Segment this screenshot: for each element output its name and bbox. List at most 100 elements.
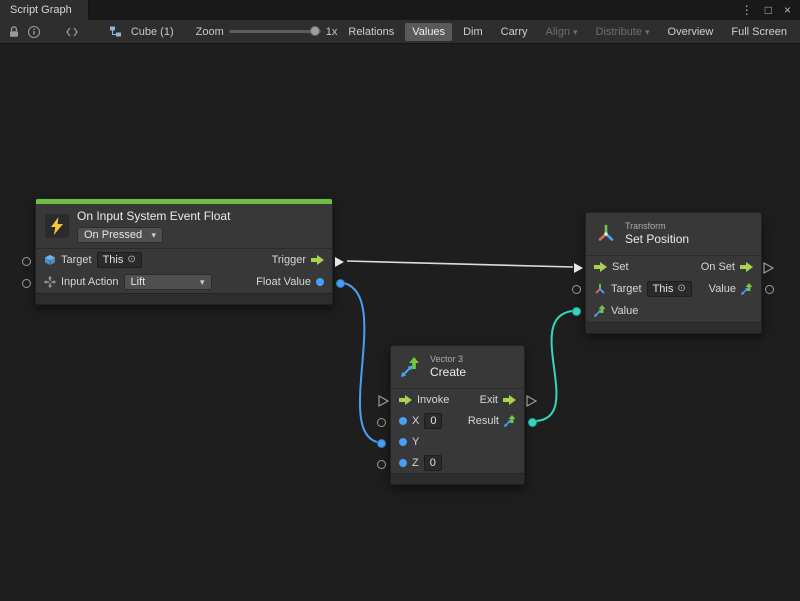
target-label: Target xyxy=(61,254,92,266)
row-z: Z 0 xyxy=(391,452,524,473)
flow-arrow-icon xyxy=(311,255,324,265)
float-type-icon xyxy=(399,438,407,446)
port-invoke-in[interactable] xyxy=(378,395,389,407)
port-trigger-out[interactable] xyxy=(334,256,345,268)
value-out-label: Value xyxy=(709,283,736,295)
transform-icon xyxy=(595,223,617,245)
zoom-value: 1x xyxy=(326,26,338,38)
x-value-field[interactable]: 0 xyxy=(424,413,442,429)
zoom-slider-track[interactable] xyxy=(229,30,321,33)
row-target-valueout: Target This ⊙ Value xyxy=(586,278,761,300)
flow-arrow-icon xyxy=(503,395,516,405)
port-value-in[interactable] xyxy=(572,307,581,316)
node-title: Set Position xyxy=(625,232,689,247)
row-target: Target This ⊙ Trigger xyxy=(36,249,332,271)
caret-icon: ▾ xyxy=(151,230,156,241)
target-object-field[interactable]: This ⊙ xyxy=(97,252,142,268)
port-float-value-out[interactable] xyxy=(336,279,345,288)
event-mode-value: On Pressed xyxy=(84,229,142,241)
port-onset-out[interactable] xyxy=(763,262,774,274)
node-title: On Input System Event Float xyxy=(77,209,230,224)
graph-breadcrumb[interactable]: Cube (1) xyxy=(102,23,178,41)
node-type-label: Transform xyxy=(625,221,689,232)
tab-script-graph[interactable]: Script Graph xyxy=(0,0,89,20)
vector3-type-icon xyxy=(741,283,753,295)
value-in-label: Value xyxy=(611,305,638,317)
float-type-icon xyxy=(399,459,407,467)
node-vector3-create[interactable]: Vector 3 Create Invoke Exit X xyxy=(390,345,525,485)
node-footer xyxy=(586,322,761,333)
maximize-icon[interactable]: □ xyxy=(765,4,772,16)
input-action-dropdown[interactable]: Lift ▾ xyxy=(124,274,212,290)
flow-arrow-icon xyxy=(594,262,607,272)
flow-arrow-icon xyxy=(399,395,412,405)
target-object-value: This xyxy=(103,254,124,266)
zoom-control: Zoom 1x xyxy=(196,26,338,38)
align-button[interactable]: Align▾ xyxy=(539,23,585,41)
input-action-icon xyxy=(44,276,56,288)
exit-label: Exit xyxy=(480,394,498,406)
port-result-out[interactable] xyxy=(528,418,537,427)
x-label: X xyxy=(412,415,419,427)
port-z-in[interactable] xyxy=(377,460,386,469)
z-value-field[interactable]: 0 xyxy=(424,455,442,471)
lightning-icon xyxy=(45,214,69,238)
node-footer xyxy=(391,473,524,484)
port-target-in[interactable] xyxy=(572,285,581,294)
node-type-label: Vector 3 xyxy=(430,354,466,365)
zoom-slider-handle[interactable] xyxy=(310,26,320,36)
navigate-chevrons-icon[interactable] xyxy=(64,23,80,41)
object-picker-icon: ⊙ xyxy=(127,255,135,265)
close-icon[interactable]: × xyxy=(784,4,791,16)
kebab-menu-icon[interactable]: ⋮ xyxy=(741,4,753,16)
vector3-icon xyxy=(400,356,422,378)
target-label: Target xyxy=(611,283,642,295)
y-label: Y xyxy=(412,436,419,448)
fullscreen-button[interactable]: Full Screen xyxy=(724,23,794,41)
zoom-label: Zoom xyxy=(196,26,224,38)
port-y-in[interactable] xyxy=(377,439,386,448)
target-object-value: This xyxy=(653,283,674,295)
transform-type-icon xyxy=(594,283,606,295)
row-set-onset: Set On Set xyxy=(586,256,761,278)
graph-toolbar: Cube (1) Zoom 1x Relations Values Dim Ca… xyxy=(0,20,800,44)
carry-button[interactable]: Carry xyxy=(494,23,535,41)
dim-button[interactable]: Dim xyxy=(456,23,490,41)
set-label: Set xyxy=(612,261,629,273)
gameobject-icon xyxy=(44,254,56,266)
onset-label: On Set xyxy=(701,261,735,273)
window-controls: ⋮ □ × xyxy=(741,0,800,20)
input-action-value: Lift xyxy=(131,276,146,288)
port-target-in[interactable] xyxy=(22,257,31,266)
float-type-icon xyxy=(316,278,324,286)
flow-arrow-icon xyxy=(740,262,753,272)
trigger-label: Trigger xyxy=(272,254,306,266)
row-invoke-exit: Invoke Exit xyxy=(391,389,524,410)
node-on-input-system-event-float[interactable]: On Input System Event Float On Pressed ▾… xyxy=(35,198,333,305)
target-object-field[interactable]: This ⊙ xyxy=(647,281,692,297)
node-transform-set-position[interactable]: Transform Set Position Set On Set xyxy=(585,212,762,334)
float-value-label: Float Value xyxy=(256,276,311,288)
caret-icon: ▾ xyxy=(200,277,205,288)
overview-button[interactable]: Overview xyxy=(661,23,721,41)
port-value-out[interactable] xyxy=(765,285,774,294)
port-exit-out[interactable] xyxy=(526,395,537,407)
port-input-action-in[interactable] xyxy=(22,279,31,288)
info-icon[interactable] xyxy=(26,23,42,41)
lock-icon[interactable] xyxy=(6,23,22,41)
x-value: 0 xyxy=(430,415,436,427)
relations-button[interactable]: Relations xyxy=(341,23,401,41)
distribute-button[interactable]: Distribute▾ xyxy=(589,23,657,41)
vector3-type-icon xyxy=(594,305,606,317)
node-title: Create xyxy=(430,365,466,380)
event-mode-dropdown[interactable]: On Pressed ▾ xyxy=(77,227,163,243)
row-y: Y xyxy=(391,431,524,452)
port-set-in[interactable] xyxy=(573,262,584,274)
float-type-icon xyxy=(399,417,407,425)
values-button[interactable]: Values xyxy=(405,23,452,41)
window-tab-bar: Script Graph ⋮ □ × xyxy=(0,0,800,20)
caret-icon: ▾ xyxy=(645,27,650,37)
vector3-type-icon xyxy=(504,415,516,427)
port-x-in[interactable] xyxy=(377,418,386,427)
input-action-label: Input Action xyxy=(61,276,119,288)
